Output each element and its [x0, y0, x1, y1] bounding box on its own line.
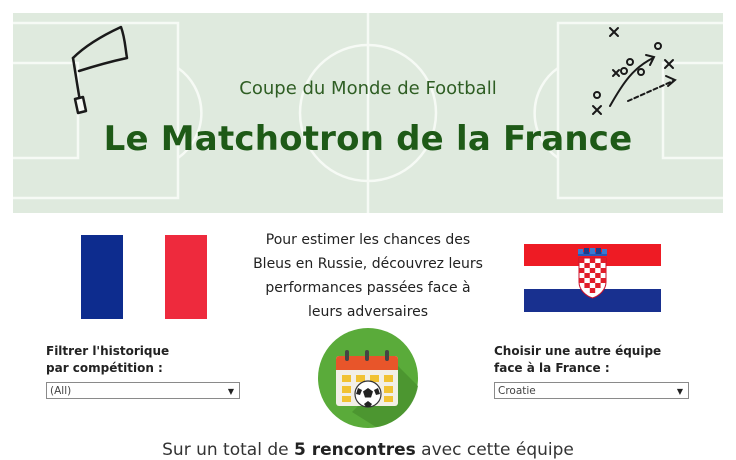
summary-suffix: avec cette équipe: [415, 440, 574, 460]
intro-text: Pour estimer les chances des Bleus en Ru…: [253, 232, 483, 320]
chevron-down-icon[interactable]: ▼: [677, 383, 683, 400]
competition-filter-select[interactable]: (All) ▼: [46, 382, 240, 399]
matches-summary: Sur un total de 5 rencontres avec cette …: [0, 440, 736, 460]
team-filter-label-line1: Choisir une autre équipe: [494, 344, 662, 358]
france-flag: [81, 235, 207, 319]
france-flag-blue-stripe: [81, 235, 123, 319]
page-title: Le Matchotron de la France: [103, 119, 633, 159]
calendar-football-icon: [318, 328, 418, 428]
competition-filter-label: Filtrer l'historique par compétition :: [46, 343, 246, 377]
team-filter-value: Croatie: [498, 385, 536, 397]
france-flag-red-stripe: [165, 235, 207, 319]
team-filter-label-line2: face à la France :: [494, 361, 610, 375]
corner-flag-icon: [71, 25, 129, 115]
header-banner: Coupe du Monde de Football Le Matchotron…: [13, 13, 723, 213]
summary-prefix: Sur un total de: [162, 440, 294, 460]
chevron-down-icon[interactable]: ▼: [228, 383, 234, 400]
competition-filter-label-line1: Filtrer l'historique: [46, 344, 170, 358]
football-field-graphic: [13, 13, 723, 213]
summary-count: 5 rencontres: [293, 440, 416, 460]
team-filter-label: Choisir une autre équipe face à la Franc…: [494, 343, 714, 377]
competition-filter-label-line2: par compétition :: [46, 361, 163, 375]
banner-subtitle: Coupe du Monde de Football: [239, 78, 497, 99]
team-filter-select[interactable]: Croatie ▼: [494, 382, 689, 399]
competition-filter-value: (All): [50, 385, 72, 397]
croatia-coat-of-arms-icon: [578, 248, 607, 299]
croatia-flag: [524, 244, 661, 312]
